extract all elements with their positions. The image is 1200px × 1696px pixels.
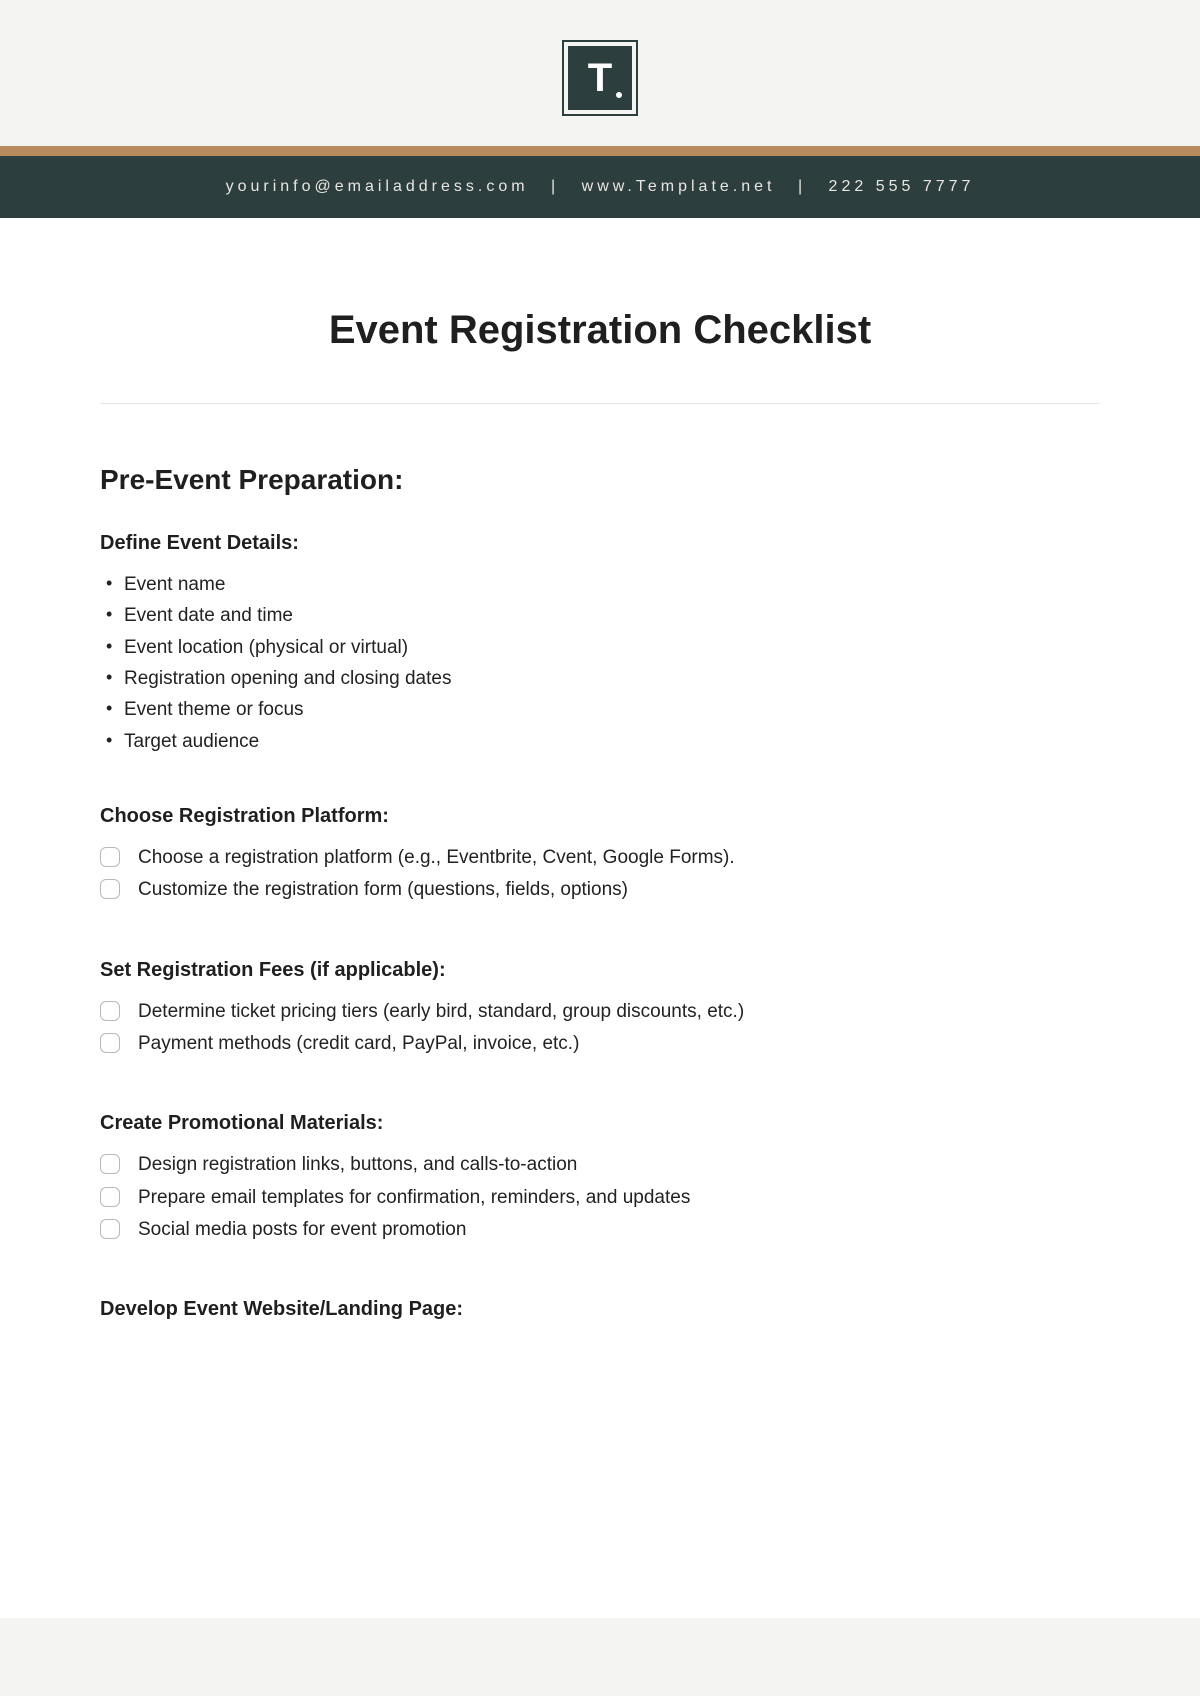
bullet-list-define-details: Event name Event date and time Event loc…: [100, 569, 1100, 757]
checklist-item: Determine ticket pricing tiers (early bi…: [100, 996, 1100, 1028]
subsection-promotional-materials: Create Promotional Materials:: [100, 1112, 1100, 1135]
separator: |: [551, 178, 559, 195]
checkbox-icon[interactable]: [100, 847, 120, 867]
contact-phone: 222 555 7777: [829, 178, 975, 195]
list-item: Event theme or focus: [106, 694, 1100, 725]
checklist-label: Design registration links, buttons, and …: [138, 1149, 577, 1181]
subsection-registration-fees: Set Registration Fees (if applicable):: [100, 959, 1100, 982]
checklist-item: Design registration links, buttons, and …: [100, 1149, 1100, 1181]
checklist-registration-fees: Determine ticket pricing tiers (early bi…: [100, 996, 1100, 1061]
checkbox-icon[interactable]: [100, 1154, 120, 1174]
page-title: Event Registration Checklist: [100, 308, 1100, 353]
title-divider: [100, 403, 1100, 404]
contact-website: www.Template.net: [582, 178, 776, 195]
list-item: Event date and time: [106, 600, 1100, 631]
checklist-item: Prepare email templates for confirmation…: [100, 1182, 1100, 1214]
subsection-registration-platform: Choose Registration Platform:: [100, 805, 1100, 828]
accent-bar: [0, 146, 1200, 156]
list-item: Registration opening and closing dates: [106, 663, 1100, 694]
subsection-event-website: Develop Event Website/Landing Page:: [100, 1298, 1100, 1321]
checklist-item: Customize the registration form (questio…: [100, 874, 1100, 906]
checklist-registration-platform: Choose a registration platform (e.g., Ev…: [100, 842, 1100, 907]
logo-icon: T: [568, 46, 632, 110]
checkbox-icon[interactable]: [100, 1001, 120, 1021]
checkbox-icon[interactable]: [100, 1219, 120, 1239]
checklist-label: Customize the registration form (questio…: [138, 874, 628, 906]
contact-email: yourinfo@emailaddress.com: [226, 178, 529, 195]
contact-bar: yourinfo@emailaddress.com | www.Template…: [0, 156, 1200, 218]
list-item: Target audience: [106, 726, 1100, 757]
logo-letter: T: [588, 56, 612, 101]
section-heading: Pre-Event Preparation:: [100, 464, 1100, 496]
checkbox-icon[interactable]: [100, 1033, 120, 1053]
list-item: Event location (physical or virtual): [106, 632, 1100, 663]
separator: |: [798, 178, 806, 195]
checklist-label: Determine ticket pricing tiers (early bi…: [138, 996, 744, 1028]
checkbox-icon[interactable]: [100, 879, 120, 899]
checklist-label: Social media posts for event promotion: [138, 1214, 466, 1246]
checklist-promotional-materials: Design registration links, buttons, and …: [100, 1149, 1100, 1246]
checklist-item: Social media posts for event promotion: [100, 1214, 1100, 1246]
checklist-item: Choose a registration platform (e.g., Ev…: [100, 842, 1100, 874]
checklist-label: Choose a registration platform (e.g., Ev…: [138, 842, 735, 874]
logo-frame: T: [562, 40, 638, 116]
checkbox-icon[interactable]: [100, 1187, 120, 1207]
document-body: Event Registration Checklist Pre-Event P…: [0, 218, 1200, 1618]
checklist-item: Payment methods (credit card, PayPal, in…: [100, 1028, 1100, 1060]
checklist-label: Payment methods (credit card, PayPal, in…: [138, 1028, 579, 1060]
checklist-label: Prepare email templates for confirmation…: [138, 1182, 690, 1214]
list-item: Event name: [106, 569, 1100, 600]
subsection-define-details: Define Event Details:: [100, 532, 1100, 555]
header-area: T: [0, 0, 1200, 146]
